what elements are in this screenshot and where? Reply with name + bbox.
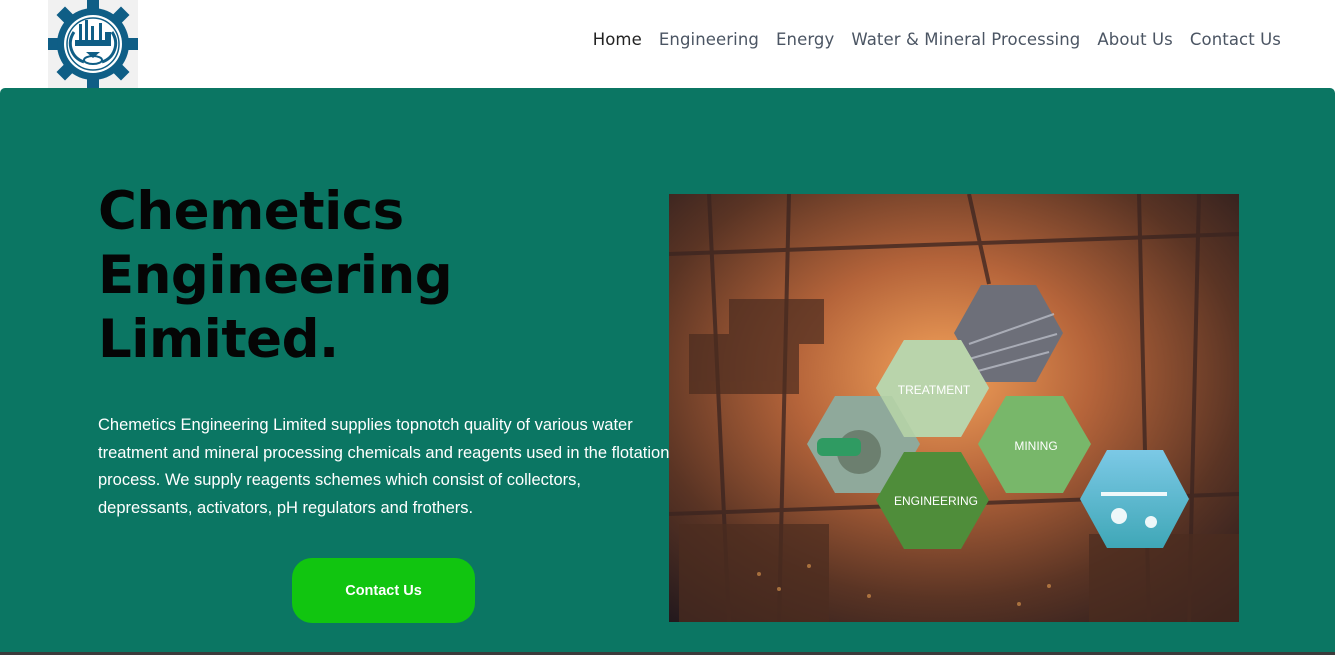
company-logo[interactable]	[46, 0, 140, 90]
hero-title-line: Limited.	[98, 309, 339, 370]
hero-section: Chemetics Engineering Limited. Chemetics…	[0, 88, 1335, 655]
hex-label-engineering: ENGINEERING	[894, 494, 978, 508]
hero-title: Chemetics Engineering Limited.	[98, 180, 618, 372]
nav-home[interactable]: Home	[593, 30, 642, 49]
contact-us-button[interactable]: Contact Us	[292, 558, 475, 623]
gear-factory-logo-icon	[46, 0, 140, 90]
nav-energy[interactable]: Energy	[776, 30, 834, 49]
hex-label-mining: MINING	[1014, 439, 1057, 453]
site-header: Home Engineering Energy Water & Mineral …	[0, 0, 1335, 90]
hero-description: Chemetics Engineering Limited supplies t…	[98, 416, 670, 517]
nav-water-mineral-processing[interactable]: Water & Mineral Processing	[851, 30, 1080, 49]
hero-image: TREATMENT MINING ENGINEERING	[669, 194, 1239, 622]
nav-contact-us[interactable]: Contact Us	[1190, 30, 1281, 49]
nav-about-us[interactable]: About Us	[1097, 30, 1173, 49]
hex-label-treatment: TREATMENT	[898, 383, 971, 397]
hero-title-line: Chemetics	[98, 181, 404, 242]
main-navigation: Home Engineering Energy Water & Mineral …	[593, 30, 1281, 49]
hero-title-line: Engineering	[98, 245, 453, 306]
nav-engineering[interactable]: Engineering	[659, 30, 759, 49]
